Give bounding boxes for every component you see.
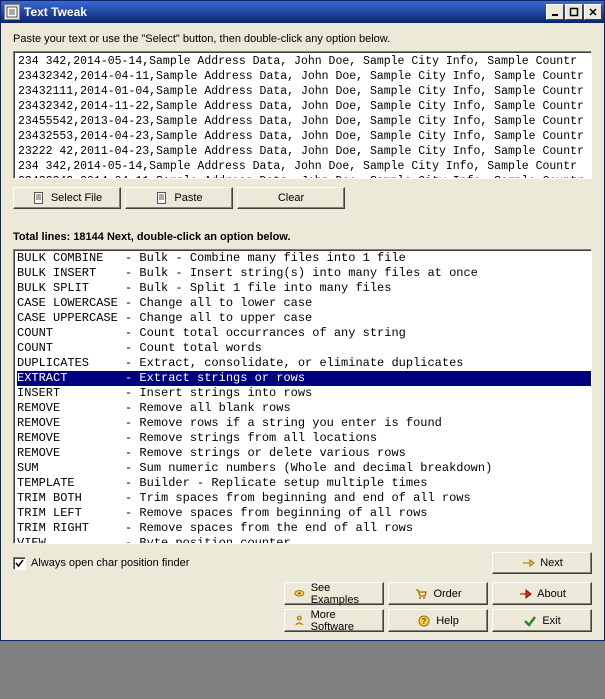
option-item[interactable]: INSERT - Insert strings into rows [17,386,591,401]
option-item[interactable]: BULK INSERT - Bulk - Insert string(s) in… [17,266,591,281]
option-item[interactable]: VIEW - Byte position counter [17,536,591,544]
bottom-buttons: See Examples Order About More Software ?… [13,582,592,632]
text-line: 234 342,2014-05-14,Sample Address Data, … [18,54,587,69]
option-item[interactable]: BULK COMBINE - Bulk - Combine many files… [17,251,591,266]
status-prefix: Total lines: [13,231,73,243]
option-item[interactable]: BULK SPLIT - Bulk - Split 1 file into ma… [17,281,591,296]
text-line: 23455542,2013-04-23,Sample Address Data,… [18,114,587,129]
text-line: 234 342,2014-05-14,Sample Address Data, … [18,159,587,174]
checkbox-label: Always open char position finder [31,557,189,569]
svg-text:?: ? [422,617,427,626]
button-label: See Examples [311,582,375,606]
button-label: About [537,588,566,600]
more-software-button[interactable]: More Software [284,609,384,632]
document-icon [32,191,46,205]
exit-button[interactable]: Exit [492,609,592,632]
status-line: Total lines: 18144 Next, double-click an… [13,231,592,243]
document-icon [155,191,169,205]
paste-button[interactable]: Paste [125,187,233,209]
titlebar: Text Tweak [1,1,604,23]
option-item[interactable]: EXTRACT - Extract strings or rows [17,371,591,386]
text-line: 23222 42,2011-04-23,Sample Address Data,… [18,144,587,159]
eye-icon [293,587,306,601]
window-title: Text Tweak [24,5,546,19]
client-area: Paste your text or use the "Select" butt… [1,23,604,640]
text-line: 23432553,2014-04-23,Sample Address Data,… [18,129,587,144]
button-label: Paste [174,192,202,204]
app-icon [4,4,20,20]
status-count: 18144 [73,231,104,243]
order-button[interactable]: Order [388,582,488,605]
text-line: 23432342,2014-04-11,Sample Address Data,… [18,174,587,179]
text-line: 23432342,2014-11-22,Sample Address Data,… [18,99,587,114]
next-button[interactable]: Next [492,552,592,574]
check-icon [523,614,537,628]
person-icon [293,614,306,628]
status-suffix: Next, double-click an option below. [104,231,291,243]
button-label: More Software [311,609,375,633]
text-input-area[interactable]: 234 342,2014-05-14,Sample Address Data, … [13,51,592,179]
hand-point-icon [521,556,535,570]
option-item[interactable]: DUPLICATES - Extract, consolidate, or el… [17,356,591,371]
see-examples-button[interactable]: See Examples [284,582,384,605]
button-label: Select File [51,192,102,204]
option-item[interactable]: SUM - Sum numeric numbers (Whole and dec… [17,461,591,476]
option-item[interactable]: CASE LOWERCASE - Change all to lower cas… [17,296,591,311]
maximize-button[interactable] [565,4,583,20]
option-item[interactable]: CASE UPPERCASE - Change all to upper cas… [17,311,591,326]
about-button[interactable]: About [492,582,592,605]
minimize-button[interactable] [546,4,564,20]
text-line: 23432342,2014-04-11,Sample Address Data,… [18,69,587,84]
option-item[interactable]: COUNT - Count total occurrances of any s… [17,326,591,341]
cart-icon [414,587,428,601]
window-controls [546,4,602,20]
button-label: Exit [542,615,560,627]
select-file-button[interactable]: Select File [13,187,121,209]
option-item[interactable]: TRIM BOTH - Trim spaces from beginning a… [17,491,591,506]
option-item[interactable]: TRIM LEFT - Remove spaces from beginning… [17,506,591,521]
button-label: Help [436,615,459,627]
button-label: Order [433,588,461,600]
help-button[interactable]: ? Help [388,609,488,632]
under-options-row: Always open char position finder Next [13,552,592,574]
button-label: Next [540,557,563,569]
always-open-checkbox[interactable] [13,557,26,570]
file-button-row: Select File Paste Clear [13,187,592,209]
option-item[interactable]: TEMPLATE - Builder - Replicate setup mul… [17,476,591,491]
option-item[interactable]: REMOVE - Remove all blank rows [17,401,591,416]
app-window: Text Tweak Paste your text or use the "S… [0,0,605,641]
text-line: 23432111,2014-01-04,Sample Address Data,… [18,84,587,99]
button-label: Clear [278,192,304,204]
option-item[interactable]: COUNT - Count total words [17,341,591,356]
clear-button[interactable]: Clear [237,187,345,209]
check-icon [15,559,24,568]
option-item[interactable]: TRIM RIGHT - Remove spaces from the end … [17,521,591,536]
option-item[interactable]: REMOVE - Remove rows if a string you ent… [17,416,591,431]
options-list[interactable]: BULK COMBINE - Bulk - Combine many files… [13,249,592,544]
instruction-text: Paste your text or use the "Select" butt… [13,33,592,45]
close-button[interactable] [584,4,602,20]
arrow-right-icon [518,587,532,601]
option-item[interactable]: REMOVE - Remove strings or delete variou… [17,446,591,461]
help-icon: ? [417,614,431,628]
option-item[interactable]: REMOVE - Remove strings from all locatio… [17,431,591,446]
